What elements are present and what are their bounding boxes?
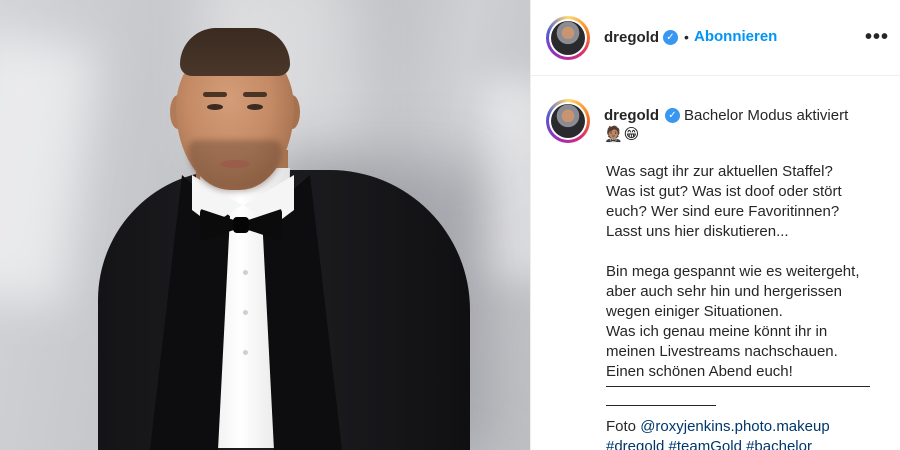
eye-right: [247, 104, 263, 110]
caption-first-line: Bachelor Modus aktiviert: [684, 107, 849, 124]
eyebrow-left: [203, 92, 227, 97]
caption-paragraph: Bin mega gespannt wie es weitergeht, abe…: [606, 263, 860, 380]
divider-line: [606, 386, 870, 387]
eye-left: [207, 104, 223, 110]
verified-badge-icon: ✓: [663, 30, 678, 45]
hashtags-link[interactable]: #dregold #teamGold #bachelor: [606, 438, 812, 450]
photo-credits: Foto @roxyjenkins.photo.makeup #dregold …: [606, 417, 830, 450]
separator-dot: •: [684, 29, 689, 45]
hair: [180, 28, 290, 76]
person-in-tuxedo: [0, 0, 530, 450]
shirt-button: [243, 350, 248, 355]
eyebrow-right: [243, 92, 267, 97]
post-side-panel: dregold ✓ • Abonnieren ••• dregold ✓ Bac…: [530, 0, 900, 450]
lips: [220, 160, 250, 168]
post-header: dregold ✓ • Abonnieren •••: [531, 0, 900, 76]
caption-emojis: 🤵🏽😁: [604, 126, 641, 143]
follow-button[interactable]: Abonnieren: [694, 28, 777, 45]
caption-paragraph: Was sagt ihr zur aktuellen Staffel? Was …: [606, 163, 842, 240]
post-photo[interactable]: [0, 0, 530, 450]
bow-tie: [200, 207, 282, 243]
photographer-mention-link[interactable]: @roxyjenkins.photo.makeup: [640, 418, 830, 435]
divider-line-short: [606, 405, 716, 406]
profile-picture: [551, 104, 585, 138]
more-options-icon[interactable]: •••: [865, 26, 889, 49]
caption-avatar[interactable]: [546, 99, 590, 143]
caption-username-link[interactable]: dregold: [604, 107, 659, 124]
shirt-button: [243, 270, 248, 275]
caption: dregold ✓ Bachelor Modus aktiviert 🤵🏽😁 W…: [531, 77, 900, 450]
avatar[interactable]: [546, 16, 590, 60]
username-link[interactable]: dregold: [604, 29, 659, 46]
profile-picture: [551, 21, 585, 55]
caption-body: Was sagt ihr zur aktuellen Staffel? Was …: [606, 162, 891, 402]
shirt-button: [243, 310, 248, 315]
photo-label: Foto: [606, 418, 637, 435]
verified-badge-icon: ✓: [665, 108, 680, 123]
